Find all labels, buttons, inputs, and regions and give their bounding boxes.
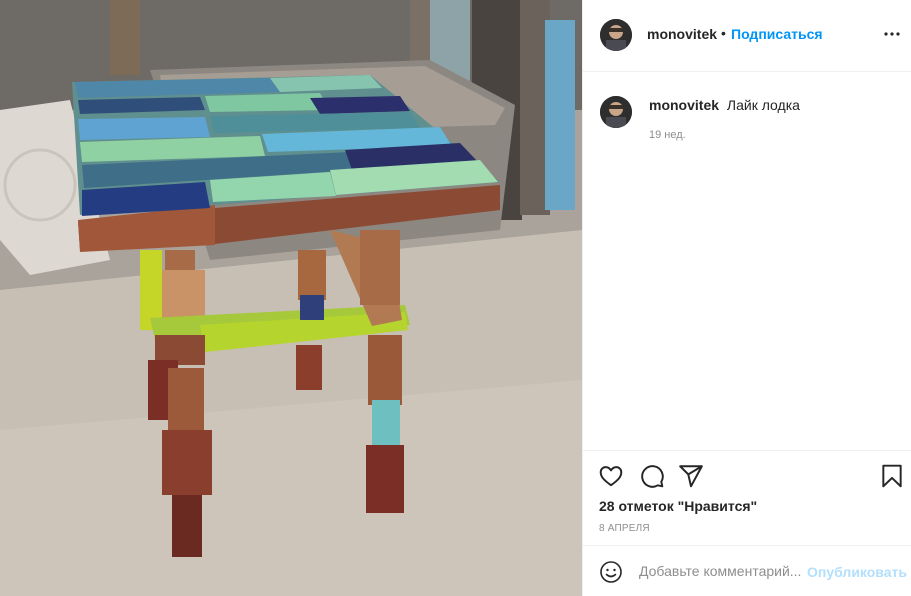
post-side-panel: monovitek • Подписаться monovitek Лайк л… — [582, 0, 911, 596]
bookmark-icon[interactable] — [879, 463, 905, 489]
author-avatar[interactable] — [600, 19, 632, 51]
heart-icon[interactable] — [598, 463, 624, 489]
paper-plane-icon[interactable] — [678, 463, 704, 489]
caption-username[interactable]: monovitek — [649, 97, 719, 113]
separator-dot: • — [721, 25, 726, 41]
comment-input[interactable] — [639, 561, 805, 581]
caption-time[interactable]: 19 нед. — [649, 129, 686, 141]
post-actions: 28 отметок "Нравится" 8 АПРЕЛЯ — [583, 450, 911, 545]
caption-text: Лайк лодка — [726, 97, 800, 113]
author-username[interactable]: monovitek — [647, 26, 717, 42]
more-options-icon[interactable] — [882, 24, 902, 44]
add-comment-bar: Опубликовать — [583, 545, 911, 596]
emoji-icon[interactable] — [599, 560, 623, 584]
likes-count[interactable]: 28 отметок "Нравится" — [599, 498, 757, 514]
post-header: monovitek • Подписаться — [583, 0, 911, 72]
caption-author-avatar[interactable] — [600, 96, 632, 128]
publish-button[interactable]: Опубликовать — [807, 564, 907, 580]
post-date[interactable]: 8 АПРЕЛЯ — [599, 523, 650, 534]
post-caption: monovitek Лайк лодка — [649, 97, 800, 113]
comment-bubble-icon[interactable] — [639, 463, 665, 489]
post-image — [0, 0, 582, 596]
comments-section: monovitek Лайк лодка 19 нед. — [583, 72, 911, 450]
post-photo[interactable] — [0, 0, 582, 596]
follow-button[interactable]: Подписаться — [731, 26, 823, 42]
